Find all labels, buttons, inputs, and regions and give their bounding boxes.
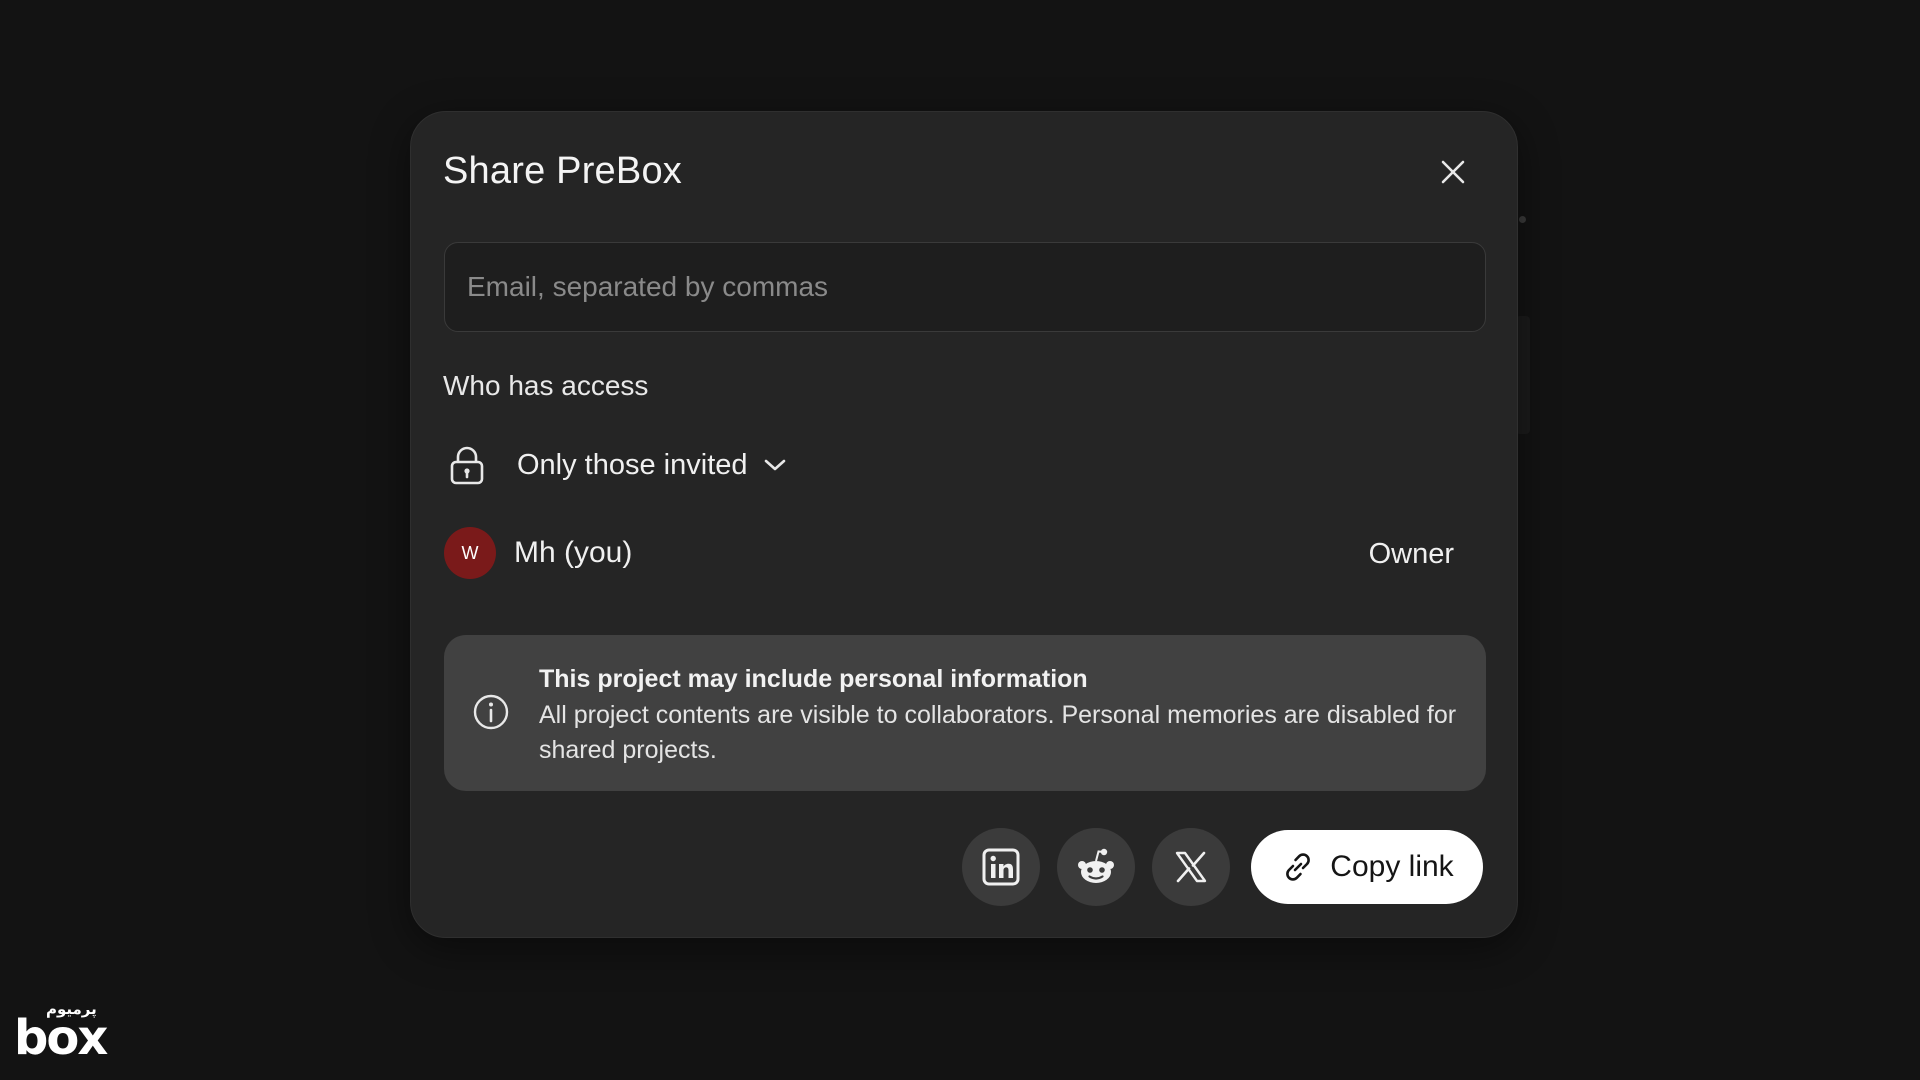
copy-link-button[interactable]: Copy link: [1251, 830, 1483, 904]
member-role: Owner: [1368, 538, 1454, 570]
share-linkedin-button[interactable]: [962, 828, 1040, 906]
brand-watermark: پرمیوم box: [14, 1000, 108, 1066]
copy-link-label: Copy link: [1330, 850, 1454, 883]
member-row: W Mh (you) Owner: [444, 527, 1454, 581]
dialog-title: Share PreBox: [443, 150, 682, 192]
share-x-button[interactable]: [1152, 828, 1230, 906]
chevron-down-icon: [762, 456, 788, 474]
who-has-access-label: Who has access: [443, 370, 649, 401]
close-icon: [1441, 160, 1465, 184]
x-icon: [1175, 851, 1207, 883]
close-button[interactable]: [1431, 150, 1475, 194]
lock-icon: [447, 443, 487, 487]
background-panel-edge: [1516, 316, 1530, 434]
access-mode-label: Only those invited: [517, 448, 748, 481]
notice-body: All project contents are visible to coll…: [539, 701, 1457, 764]
link-icon: [1286, 853, 1311, 881]
share-reddit-button[interactable]: [1057, 828, 1135, 906]
reddit-icon: [1078, 848, 1114, 883]
personal-info-notice: This project may include personal inform…: [444, 635, 1486, 791]
watermark-logo-text: box: [14, 1010, 108, 1066]
member-name: Mh (you): [514, 536, 633, 569]
background-dot: [1519, 216, 1526, 223]
notice-heading: This project may include personal inform…: [539, 665, 1088, 693]
linkedin-icon: [982, 848, 1020, 886]
share-dialog: Share PreBox Who has access Only those i…: [410, 111, 1518, 938]
avatar: W: [444, 527, 496, 579]
email-input[interactable]: [444, 242, 1486, 332]
info-icon: [473, 694, 509, 730]
access-mode-dropdown[interactable]: Only those invited: [447, 440, 788, 490]
